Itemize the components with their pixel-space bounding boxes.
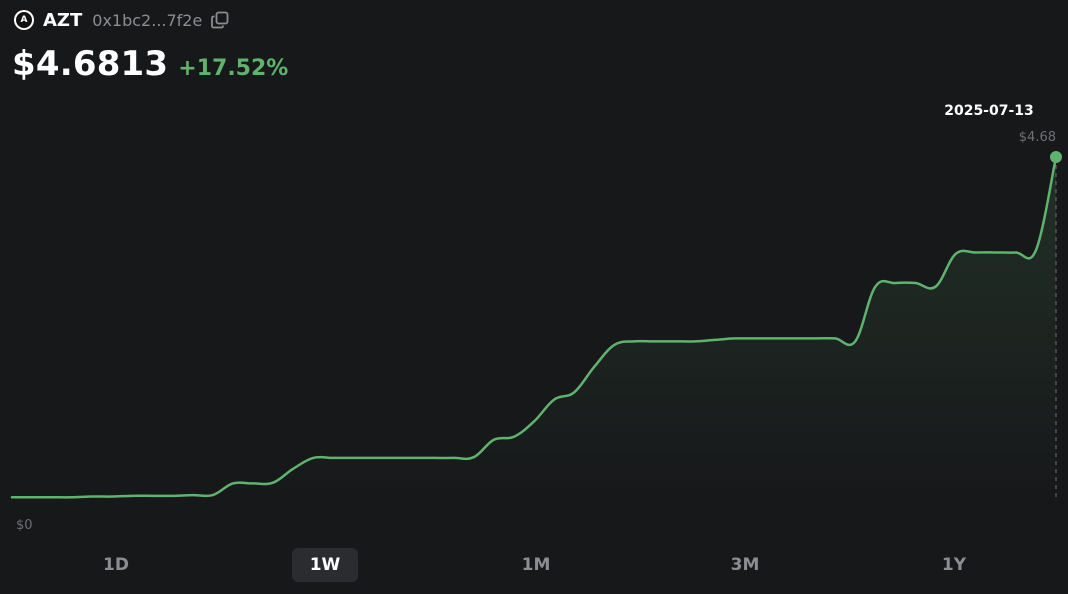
data-point[interactable] [571,389,577,395]
data-point[interactable] [390,455,396,461]
hover-value-label: $4.68 [1019,130,1056,145]
price-chart[interactable]: 2025-07-13 $4.68 $0 [0,0,1068,594]
data-point[interactable] [772,335,778,341]
data-point[interactable] [852,338,858,344]
token-price-card: A AZT 0x1bc2...7f2e $4.6813 +17.52% 2025… [0,0,1068,594]
data-point[interactable] [89,494,95,500]
data-point[interactable] [892,280,898,286]
data-point[interactable] [330,455,336,461]
range-button-3m[interactable]: 3M [712,548,778,582]
data-point[interactable] [310,455,316,461]
data-point[interactable] [431,455,437,461]
data-point[interactable] [290,466,296,472]
data-point[interactable] [451,455,457,461]
price-area [12,157,1056,498]
range-button-1d[interactable]: 1D [83,548,149,582]
data-point[interactable] [993,249,999,255]
data-point[interactable] [953,251,959,257]
data-point[interactable] [933,284,939,290]
range-selector: 1D 1W 1M 3M 1Y [0,546,1068,582]
data-point[interactable] [912,280,918,286]
data-point[interactable] [511,434,517,440]
data-point[interactable] [732,335,738,341]
data-point[interactable] [129,493,135,499]
data-point[interactable] [832,335,838,341]
data-point[interactable] [792,335,798,341]
data-point[interactable] [411,455,417,461]
range-button-1m[interactable]: 1M [503,548,569,582]
data-point[interactable] [370,455,376,461]
data-point[interactable] [270,480,276,486]
y-axis-min-label: $0 [16,518,33,533]
data-point[interactable] [973,249,979,255]
data-point[interactable] [692,338,698,344]
hover-date-label: 2025-07-13 [944,103,1034,119]
data-point[interactable] [651,338,657,344]
data-point[interactable] [551,397,557,403]
data-point[interactable] [491,437,497,443]
data-point[interactable] [1013,249,1019,255]
data-point[interactable] [631,338,637,344]
data-point[interactable] [812,335,818,341]
data-point[interactable] [190,492,196,498]
data-point[interactable] [49,494,55,500]
data-point[interactable] [872,284,878,290]
range-button-1w[interactable]: 1W [292,548,358,582]
data-point[interactable] [471,454,477,460]
data-point[interactable] [109,494,115,500]
data-point[interactable] [752,335,758,341]
range-button-1y[interactable]: 1Y [921,548,987,582]
data-point[interactable] [250,480,256,486]
last-price-dot [1050,151,1062,163]
data-point[interactable] [9,494,15,500]
data-point[interactable] [29,494,35,500]
data-point[interactable] [611,342,617,348]
data-point[interactable] [170,493,176,499]
data-point[interactable] [150,493,156,499]
data-point[interactable] [210,492,216,498]
data-point[interactable] [350,455,356,461]
data-point[interactable] [712,337,718,343]
data-point[interactable] [230,480,236,486]
data-point[interactable] [591,364,597,370]
data-point[interactable] [672,338,678,344]
data-point[interactable] [69,494,75,500]
data-point[interactable] [531,418,537,424]
data-point[interactable] [1033,247,1039,253]
